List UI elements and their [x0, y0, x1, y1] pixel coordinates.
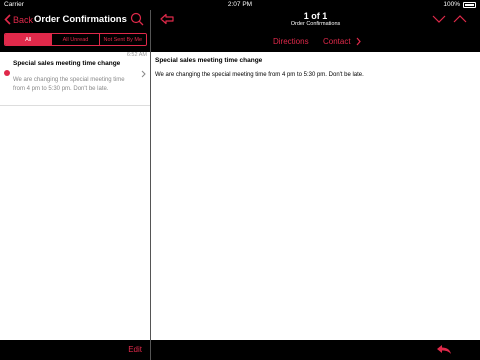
edit-button[interactable]: Edit: [128, 345, 142, 354]
contact-button[interactable]: Contact: [323, 37, 351, 46]
message-time: 6:52 AM: [126, 52, 147, 58]
search-icon[interactable]: [130, 12, 144, 26]
message-subject: Special sales meeting time change: [13, 60, 121, 67]
message-body-text: We are changing the special meeting time…: [155, 72, 364, 78]
message-detail-header: 1 of 1 Order Confirmations Directions Co…: [151, 10, 480, 52]
reply-icon[interactable]: [436, 344, 452, 355]
back-button[interactable]: Back: [4, 14, 33, 25]
message-list-pane: Back Order Confirmations All All Unread …: [0, 10, 150, 360]
status-time: 2:07 PM: [227, 1, 253, 8]
message-detail-pane: 1 of 1 Order Confirmations Directions Co…: [151, 10, 480, 360]
message-list-footer: Edit: [0, 340, 150, 360]
filter-segmented-control: All All Unread Not Sent By Me: [4, 33, 147, 46]
message-list-header: Back Order Confirmations All All Unread …: [0, 10, 150, 52]
message-preview: We are changing the special meeting time…: [13, 77, 125, 92]
chevron-right-icon: [141, 70, 146, 78]
message-list-item[interactable]: 6:52 AM Special sales meeting time chang…: [0, 52, 150, 106]
message-folder-label: Order Confirmations: [290, 21, 341, 27]
filter-all[interactable]: All: [5, 34, 52, 45]
filter-not-sent-by-me[interactable]: Not Sent By Me: [98, 34, 146, 45]
message-body-subject: Special sales meeting time change: [155, 57, 263, 64]
chevron-down-icon[interactable]: [432, 15, 446, 23]
message-counter: 1 of 1: [303, 11, 328, 21]
unread-dot-icon: [4, 70, 10, 76]
folder-title: Order Confirmations: [34, 14, 127, 25]
status-bar: Carrier 2:07 PM 100%: [0, 0, 480, 10]
chevron-right-icon: [356, 37, 361, 46]
battery-percent: 100%: [443, 1, 460, 8]
battery-icon: [463, 2, 476, 8]
chevron-left-icon: [4, 14, 11, 25]
back-label: Back: [13, 14, 34, 25]
filter-all-unread[interactable]: All Unread: [51, 34, 99, 45]
chevron-up-icon[interactable]: [453, 15, 467, 23]
directions-button[interactable]: Directions: [273, 37, 309, 46]
message-detail-footer: [151, 340, 480, 360]
